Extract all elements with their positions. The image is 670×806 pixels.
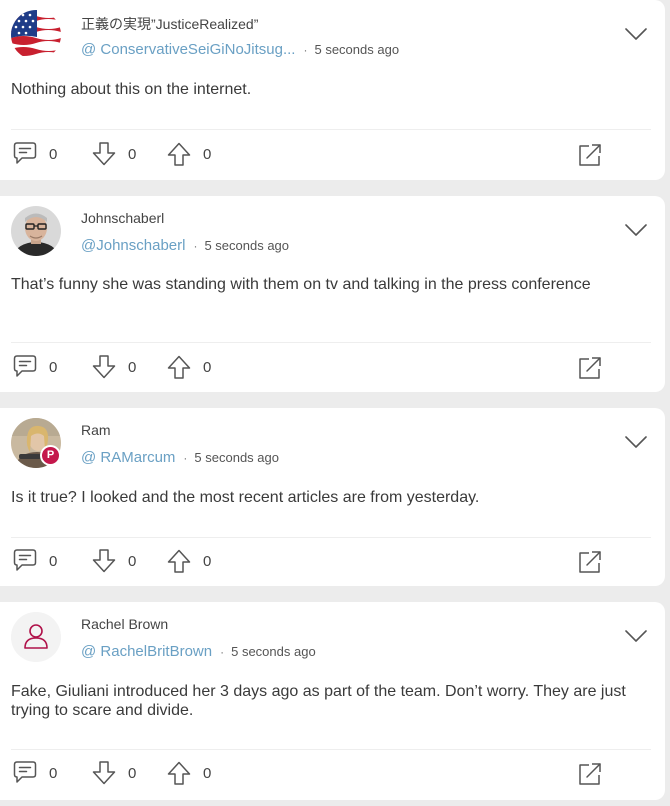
comment-count: 0 <box>49 358 58 376</box>
timestamp: 5 seconds ago <box>194 450 279 465</box>
upvote-count: 0 <box>203 358 212 376</box>
chevron-down-icon[interactable] <box>624 434 648 450</box>
upvote-icon <box>167 355 191 379</box>
user-handle[interactable]: @ ConservativeSeiGiNoJitsug... <box>81 41 295 58</box>
comment-button[interactable]: 0 <box>13 548 57 574</box>
upvote-count: 0 <box>203 552 212 570</box>
avatar[interactable] <box>11 206 61 256</box>
chevron-down-icon[interactable] <box>624 26 648 42</box>
avatar[interactable] <box>11 612 61 662</box>
comment-icon <box>13 142 37 164</box>
display-name[interactable]: Rachel Brown <box>81 616 168 632</box>
meta-separator: · <box>183 451 188 465</box>
user-handle[interactable]: @ RAMarcum <box>81 449 175 466</box>
avatar[interactable] <box>11 10 61 60</box>
upvote-button[interactable]: 0 <box>167 141 211 167</box>
downvote-button[interactable]: 0 <box>92 354 136 380</box>
timestamp: 5 seconds ago <box>204 238 290 253</box>
comment-icon <box>13 761 37 783</box>
comment-icon <box>13 355 37 377</box>
chevron-down-icon[interactable] <box>624 222 648 238</box>
post-meta: @ RachelBritBrown · 5 seconds ago <box>81 643 316 660</box>
post-card: 正義の実現”JusticeRealized” @ ConservativeSei… <box>0 0 665 180</box>
divider <box>11 129 651 130</box>
comment-button[interactable]: 0 <box>13 354 57 380</box>
post-actions: 0 0 0 <box>0 141 665 171</box>
downvote-button[interactable]: 0 <box>92 548 136 574</box>
post-text: Is it true? I looked and the most recent… <box>11 489 480 506</box>
comment-button[interactable]: 0 <box>13 141 57 167</box>
upvote-button[interactable]: 0 <box>167 354 211 380</box>
post-actions: 0 0 0 <box>0 354 665 384</box>
meta-separator: · <box>193 239 198 253</box>
display-name[interactable]: Ram <box>81 422 111 438</box>
post-text: Nothing about this on the internet. <box>11 81 252 98</box>
share-icon[interactable] <box>578 550 602 574</box>
downvote-count: 0 <box>128 764 137 782</box>
downvote-count: 0 <box>128 145 137 163</box>
share-icon[interactable] <box>578 356 602 380</box>
post-meta: @ ConservativeSeiGiNoJitsug... · 5 secon… <box>81 41 399 58</box>
post-feed: 正義の実現”JusticeRealized” @ ConservativeSei… <box>0 0 670 806</box>
display-name[interactable]: 正義の実現”JusticeRealized” <box>81 14 258 34</box>
upvote-icon <box>167 761 191 785</box>
post-card: Rachel Brown @ RachelBritBrown · 5 secon… <box>0 602 665 800</box>
post-meta: @ RAMarcum · 5 seconds ago <box>81 449 279 466</box>
display-name[interactable]: Johnschaberl <box>81 210 164 226</box>
post-actions: 0 0 0 <box>0 760 665 790</box>
post-text: That’s funny she was standing with them … <box>11 276 591 293</box>
comment-count: 0 <box>49 764 58 782</box>
divider <box>11 537 651 538</box>
post-meta: @Johnschaberl · 5 seconds ago <box>81 237 289 254</box>
share-icon[interactable] <box>578 762 602 786</box>
divider <box>11 342 651 343</box>
share-icon[interactable] <box>578 143 602 167</box>
comment-button[interactable]: 0 <box>13 760 57 786</box>
user-handle[interactable]: @Johnschaberl <box>81 237 185 254</box>
upvote-button[interactable]: 0 <box>167 760 211 786</box>
timestamp: 5 seconds ago <box>231 644 316 659</box>
user-handle[interactable]: @ RachelBritBrown <box>81 643 212 660</box>
comment-icon <box>13 549 37 571</box>
downvote-icon <box>92 355 116 379</box>
timestamp: 5 seconds ago <box>314 42 400 57</box>
post-text: Fake, Giuliani introduced her 3 days ago… <box>11 683 626 719</box>
downvote-icon <box>92 549 116 573</box>
parler-badge-icon: P <box>40 445 61 466</box>
downvote-button[interactable]: 0 <box>92 141 136 167</box>
downvote-button[interactable]: 0 <box>92 760 136 786</box>
downvote-icon <box>92 142 116 166</box>
upvote-icon <box>167 142 191 166</box>
chevron-down-icon[interactable] <box>624 628 648 644</box>
divider <box>11 749 651 750</box>
downvote-icon <box>92 761 116 785</box>
meta-separator: · <box>220 645 225 659</box>
post-actions: 0 0 0 <box>0 548 665 578</box>
meta-separator: · <box>303 43 308 57</box>
downvote-count: 0 <box>128 358 137 376</box>
upvote-count: 0 <box>203 764 212 782</box>
post-card: Johnschaberl @Johnschaberl · 5 seconds a… <box>0 196 665 392</box>
comment-count: 0 <box>49 552 58 570</box>
upvote-count: 0 <box>203 145 212 163</box>
comment-count: 0 <box>49 145 58 163</box>
upvote-icon <box>167 549 191 573</box>
downvote-count: 0 <box>128 552 137 570</box>
upvote-button[interactable]: 0 <box>167 548 211 574</box>
post-card: P Ram @ RAMarcum · 5 seconds ago Is it t… <box>0 408 665 586</box>
